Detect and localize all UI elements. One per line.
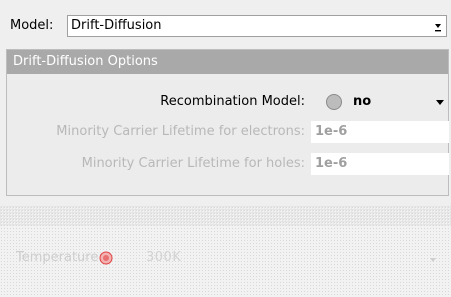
- lifetime-holes-value: 1e-6: [315, 156, 348, 171]
- lifetime-electrons-field[interactable]: 1e-6: [311, 121, 449, 143]
- lifetime-electrons-label: Minority Carrier Lifetime for electrons:: [56, 124, 305, 139]
- chevron-down-icon: [436, 100, 444, 105]
- lifetime-holes-field[interactable]: 1e-6: [311, 153, 449, 175]
- disabled-overlay-header: [0, 206, 451, 226]
- group-header: Drift-Diffusion Options: [7, 50, 448, 74]
- model-label: Model:: [10, 18, 54, 33]
- model-row: Model: Drift-Diffusion: [0, 0, 451, 44]
- recombination-model-select[interactable]: no: [347, 91, 450, 113]
- model-select[interactable]: Drift-Diffusion: [67, 15, 447, 37]
- dropdown-arrow-icon: [435, 24, 441, 32]
- lifetime-electrons-value: 1e-6: [315, 124, 348, 139]
- temperature-value[interactable]: 300K: [146, 250, 181, 266]
- group-title: Drift-Diffusion Options: [13, 54, 158, 69]
- recombination-radio[interactable]: [326, 94, 342, 110]
- temperature-icon: [99, 251, 113, 265]
- temperature-label: Temperature:: [16, 250, 103, 265]
- recombination-model-label: Recombination Model:: [160, 94, 305, 109]
- recombination-model-value: no: [353, 94, 372, 109]
- drift-diffusion-options-group: Drift-Diffusion Options Recombination Mo…: [6, 49, 449, 196]
- model-select-value: Drift-Diffusion: [71, 18, 162, 33]
- temperature-dropdown-arrow-icon[interactable]: [430, 258, 436, 262]
- lifetime-holes-label: Minority Carrier Lifetime for holes:: [81, 156, 305, 171]
